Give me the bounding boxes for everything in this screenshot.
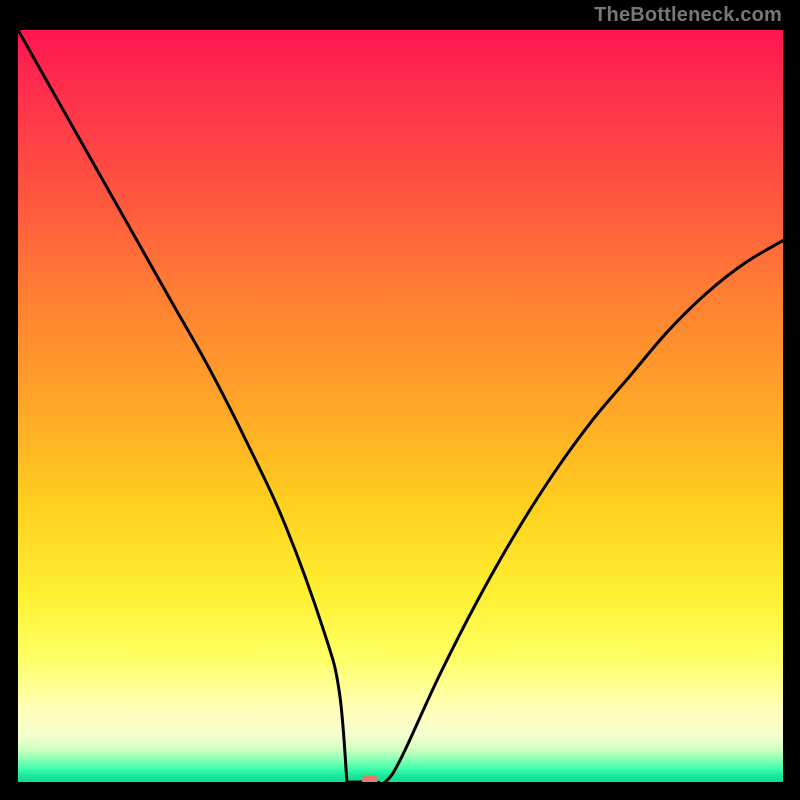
bottleneck-curve [18, 30, 783, 782]
curve-minimum-marker [362, 775, 378, 782]
curve-layer [18, 30, 783, 782]
plot-area [18, 30, 783, 782]
chart-frame: TheBottleneck.com [0, 0, 800, 800]
watermark-text: TheBottleneck.com [594, 4, 782, 27]
